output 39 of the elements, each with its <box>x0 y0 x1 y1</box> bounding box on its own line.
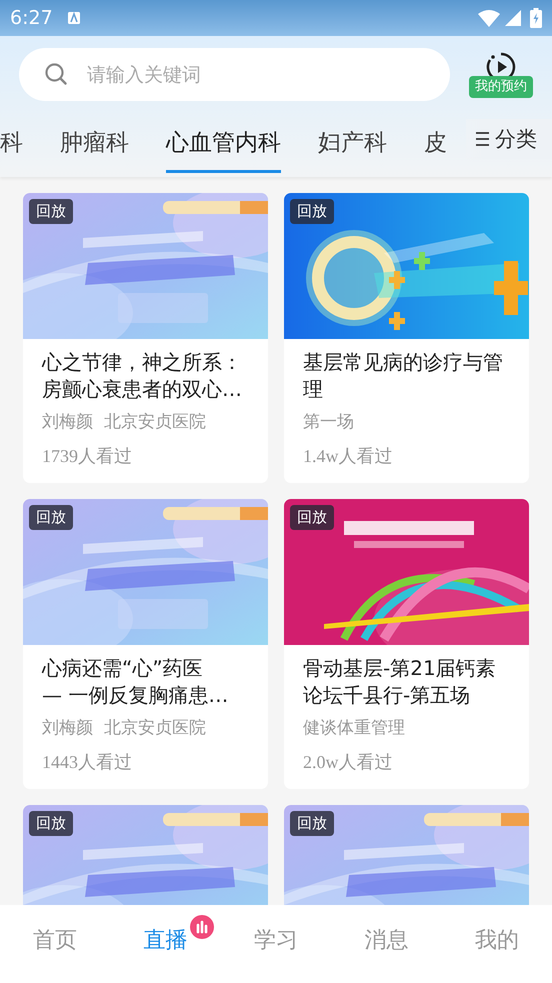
status-time: 6:27 <box>10 7 53 29</box>
view-count: 2.0w人看过 <box>303 751 394 774</box>
battery-icon <box>530 8 542 28</box>
category-tab[interactable]: 皮 <box>424 115 447 173</box>
replay-badge: 回放 <box>29 505 73 530</box>
video-title: 基层常见病的诊疗与管理 <box>303 349 504 403</box>
video-card[interactable]: 回放 心之节律，神之所系：房颤心衰患者的双心… 刘梅颜 北京安贞医院 1739人看过 <box>23 193 268 483</box>
video-subtitle: 第一场 <box>303 411 355 434</box>
video-card[interactable]: 回放 <box>284 805 529 905</box>
category-button[interactable]: 分类 <box>466 119 552 159</box>
category-tab[interactable]: 心血管内科 <box>166 115 281 173</box>
video-subtitle: 刘梅颜 北京安贞医院 <box>42 411 207 434</box>
search-icon <box>44 62 68 86</box>
video-card[interactable]: 回放 基层常见病的诊疗与管理 第一场 1.4w人看过 <box>284 193 529 483</box>
replay-badge: 回放 <box>29 199 73 224</box>
replay-badge: 回放 <box>29 811 73 836</box>
view-count: 1739人看过 <box>42 445 133 468</box>
notification-icon <box>66 10 81 26</box>
video-title: 心之节律，神之所系：房颤心衰患者的双心… <box>42 349 243 403</box>
video-card[interactable]: 回放 骨动基层-第21届钙素论坛千县行-第五场 健谈体重管理 2.0w人看过 <box>284 499 529 789</box>
wifi-icon <box>478 9 500 27</box>
signal-icon <box>504 9 522 27</box>
video-title: 心病还需“心”药医 — 一例反复胸痛患… <box>42 655 230 709</box>
video-subtitle: 健谈体重管理 <box>303 717 406 740</box>
category-tab[interactable]: 肿瘤科 <box>60 115 129 173</box>
video-title: 骨动基层-第21届钙素论坛千县行-第五场 <box>303 655 497 709</box>
video-card[interactable]: 回放 心病还需“心”药医 — 一例反复胸痛患… 刘梅颜 北京安贞医院 1443人看过 <box>23 499 268 789</box>
video-card[interactable]: 回放 <box>23 805 268 905</box>
view-count: 1443人看过 <box>42 751 133 774</box>
view-count: 1.4w人看过 <box>303 445 394 468</box>
replay-badge: 回放 <box>290 505 334 530</box>
video-subtitle: 刘梅颜 北京安贞医院 <box>42 717 207 740</box>
category-tab[interactable]: 妇产科 <box>318 115 387 173</box>
menu-icon <box>476 131 489 147</box>
category-tab[interactable]: 科 <box>0 115 23 173</box>
nav-tab[interactable]: 直播 <box>144 925 188 957</box>
search-field[interactable]: 请输入关键词 <box>19 48 450 101</box>
replay-badge: 回放 <box>290 811 334 836</box>
replay-badge: 回放 <box>290 199 334 224</box>
